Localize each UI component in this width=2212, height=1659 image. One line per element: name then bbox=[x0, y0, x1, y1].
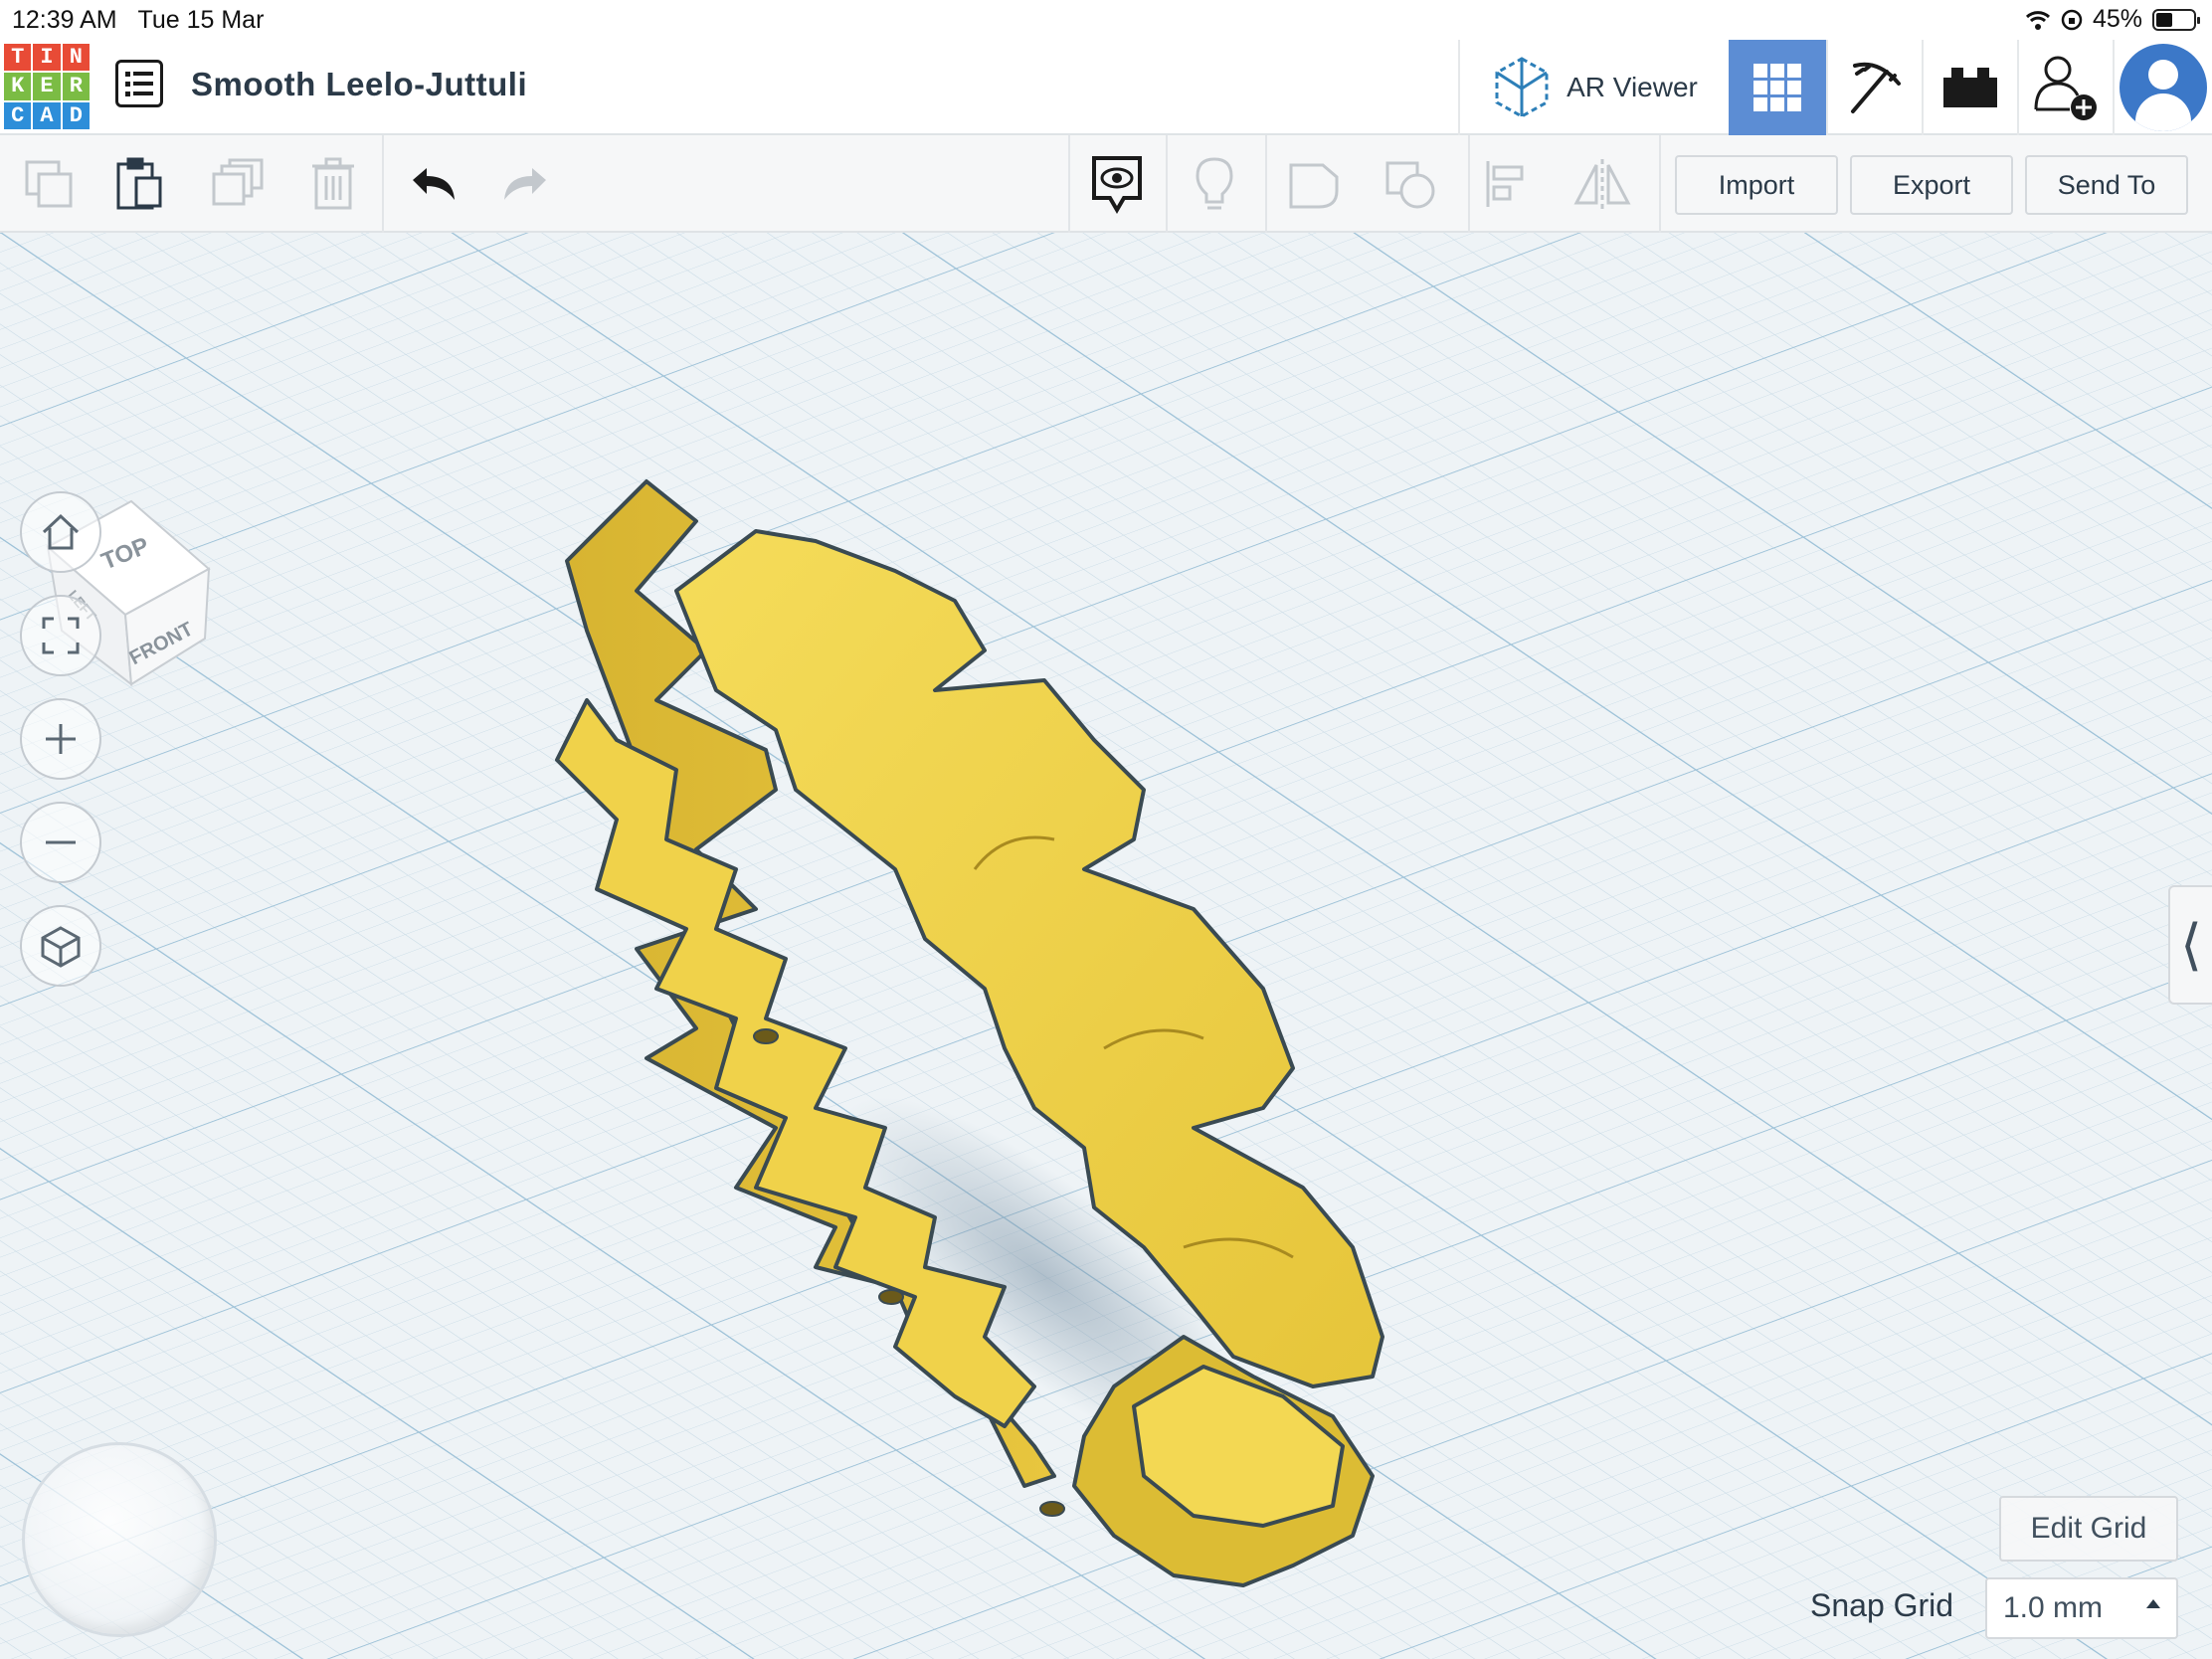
workplane-grid: TOP FRONT LEFT bbox=[0, 233, 2212, 1659]
logo-letter: C bbox=[4, 101, 32, 129]
paste-button[interactable] bbox=[105, 149, 175, 219]
ungroup-button[interactable] bbox=[1377, 149, 1446, 219]
notes-visibility-icon bbox=[1092, 156, 1142, 214]
snap-grid-select[interactable]: 1.0 mm bbox=[1985, 1577, 2178, 1639]
mirror-button[interactable] bbox=[1567, 149, 1637, 219]
ar-cube-icon bbox=[1495, 57, 1549, 118]
group-button[interactable] bbox=[1279, 149, 1349, 219]
workplane[interactable]: TOP FRONT LEFT ⟨ Edit Grid Snap Grid 1.0… bbox=[0, 233, 2212, 1659]
user-avatar-icon bbox=[2120, 44, 2207, 131]
zoom-out-icon bbox=[46, 840, 76, 844]
app-header: TIN KER CAD Smooth Leelo-Juttuli AR Viewer bbox=[0, 40, 2212, 135]
collapse-panel-button[interactable]: ⟨ bbox=[2168, 885, 2212, 1005]
invite-button[interactable] bbox=[2017, 40, 2113, 135]
user-avatar[interactable] bbox=[2113, 40, 2212, 135]
fit-view-button[interactable] bbox=[20, 595, 101, 676]
edit-toolbar: Import Export Send To bbox=[0, 135, 2212, 233]
perspective-icon bbox=[41, 926, 81, 968]
mirror-icon bbox=[1573, 159, 1631, 209]
delete-icon bbox=[312, 157, 354, 210]
fit-view-icon bbox=[42, 617, 80, 654]
snap-grid-value: 1.0 mm bbox=[2003, 1591, 2104, 1624]
logo-letter: R bbox=[62, 73, 90, 100]
undo-button[interactable] bbox=[398, 149, 467, 219]
battery-icon bbox=[2152, 8, 2200, 31]
pickaxe-icon bbox=[1851, 62, 1901, 113]
logo-letter: D bbox=[62, 101, 90, 129]
copy-icon bbox=[25, 160, 73, 208]
export-button[interactable]: Export bbox=[1850, 155, 2013, 215]
caret-up-icon bbox=[2146, 1599, 2160, 1608]
orbit-joystick[interactable] bbox=[22, 1442, 217, 1637]
paste-icon bbox=[116, 157, 162, 210]
notes-visibility-button[interactable] bbox=[1082, 149, 1152, 219]
group-icon bbox=[1289, 163, 1339, 209]
home-view-button[interactable] bbox=[20, 491, 101, 573]
logo-letter: K bbox=[4, 73, 32, 100]
align-button[interactable] bbox=[1472, 149, 1542, 219]
codeblocks-button[interactable] bbox=[1826, 40, 1922, 135]
redo-icon bbox=[504, 168, 546, 200]
redo-button[interactable] bbox=[491, 149, 561, 219]
chevron-left-icon: ⟨ bbox=[2180, 912, 2202, 978]
zoom-out-button[interactable] bbox=[20, 802, 101, 883]
send-to-button[interactable]: Send To bbox=[2025, 155, 2188, 215]
duplicate-icon bbox=[212, 158, 264, 206]
perspective-button[interactable] bbox=[20, 905, 101, 987]
undo-icon bbox=[413, 168, 455, 200]
ar-viewer-label: AR Viewer bbox=[1567, 72, 1698, 102]
status-time: 12:39 AM Tue 15 Mar bbox=[12, 6, 265, 34]
orientation-lock-icon bbox=[2061, 9, 2083, 30]
logo-letter: I bbox=[33, 44, 61, 72]
bricks-button[interactable] bbox=[1922, 40, 2017, 135]
logo-letter: T bbox=[4, 44, 32, 72]
logo-letter: A bbox=[33, 101, 61, 129]
snap-grid-label: Snap Grid bbox=[1810, 1587, 1954, 1623]
logo-letter: E bbox=[33, 73, 61, 100]
design-list-icon[interactable] bbox=[115, 60, 163, 107]
home-view-icon bbox=[42, 513, 80, 550]
battery-percent: 45% bbox=[2092, 5, 2142, 33]
delete-button[interactable] bbox=[298, 149, 368, 219]
zoom-in-icon bbox=[46, 724, 76, 754]
ar-viewer-button[interactable]: AR Viewer bbox=[1458, 40, 1729, 135]
align-icon bbox=[1486, 161, 1524, 207]
copy-button[interactable] bbox=[14, 149, 84, 219]
status-bar: 12:39 AM Tue 15 Mar 45% bbox=[0, 0, 2212, 40]
duplicate-button[interactable] bbox=[203, 149, 273, 219]
grid-view-button[interactable] bbox=[1729, 40, 1826, 135]
ungroup-icon bbox=[1385, 161, 1435, 209]
zoom-in-button[interactable] bbox=[20, 698, 101, 780]
edit-grid-button[interactable]: Edit Grid bbox=[1999, 1496, 2178, 1562]
logo-letter: N bbox=[62, 44, 90, 72]
wifi-icon bbox=[2025, 10, 2050, 30]
tinkercad-logo[interactable]: TIN KER CAD bbox=[4, 44, 90, 129]
light-bulb-icon bbox=[1196, 157, 1233, 210]
grid-view-icon bbox=[1753, 64, 1801, 111]
design-title[interactable]: Smooth Leelo-Juttuli bbox=[191, 66, 527, 103]
light-bulb-button[interactable] bbox=[1180, 149, 1249, 219]
import-button[interactable]: Import bbox=[1675, 155, 1838, 215]
brick-icon bbox=[1943, 68, 1997, 107]
add-user-icon bbox=[2034, 56, 2097, 120]
